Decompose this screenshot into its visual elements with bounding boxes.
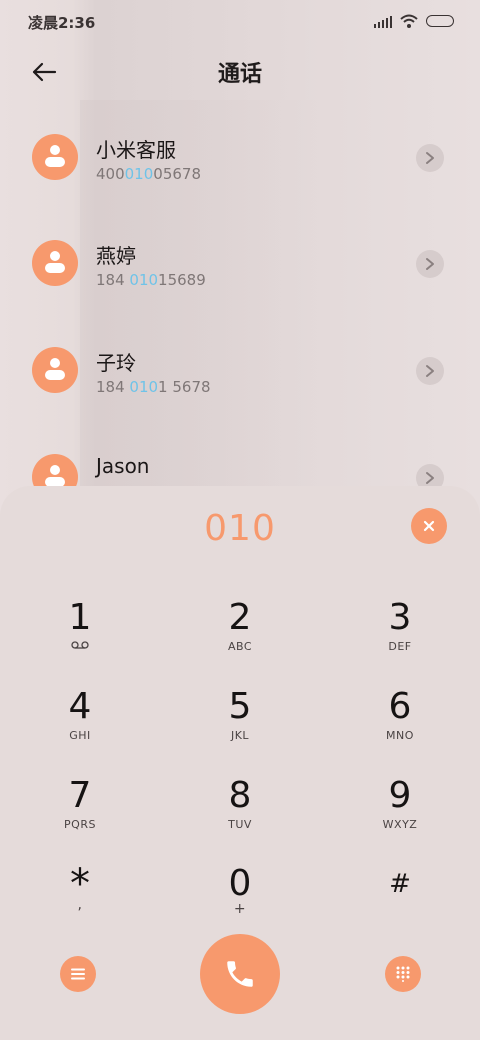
key-5[interactable]: 5 JKL xyxy=(180,687,300,767)
key-digit: 3 xyxy=(388,597,412,638)
contact-number: 40001005678 xyxy=(96,165,201,183)
key-letters: + xyxy=(233,901,247,917)
number-match: 010 xyxy=(129,271,159,289)
contact-item[interactable]: 子玲 184 0101 5678 xyxy=(0,317,480,423)
dialpad-panel: 010 1 2 ABC 3 DEF 4 GHI 5 JKL 6 MNO 7 PQ… xyxy=(0,486,480,1040)
contact-detail-button[interactable] xyxy=(416,250,444,278)
key-letters: PQRS xyxy=(64,818,96,831)
contact-item[interactable]: 燕婷 184 01015689 xyxy=(0,210,480,316)
key-2[interactable]: 2 ABC xyxy=(180,598,300,678)
key-digit: 6 xyxy=(388,686,412,727)
key-hash[interactable]: # xyxy=(340,864,460,944)
number-suffix: 05678 xyxy=(153,165,201,183)
contact-list: 小米客服 40001005678 燕婷 184 01015689 子玲 184 … xyxy=(0,104,480,488)
number-prefix: 184 xyxy=(96,378,130,396)
chevron-right-icon xyxy=(426,258,434,270)
key-3[interactable]: 3 DEF xyxy=(340,598,460,678)
menu-icon xyxy=(71,968,85,980)
contact-number: 184 0101 5678 xyxy=(96,378,211,396)
key-digit: 2 xyxy=(228,597,252,638)
key-letters: GHI xyxy=(69,729,91,742)
person-icon-body xyxy=(45,370,65,380)
key-letters: ABC xyxy=(227,640,253,653)
dialed-number-display: 010 xyxy=(204,508,276,549)
person-icon xyxy=(50,465,60,475)
key-digit: 8 xyxy=(228,775,252,816)
status-icons xyxy=(374,14,454,28)
contact-name: 小米客服 xyxy=(96,138,176,162)
clear-button[interactable] xyxy=(411,508,447,544)
number-prefix: 400 xyxy=(96,165,125,183)
number-prefix: 184 xyxy=(96,271,130,289)
key-4[interactable]: 4 GHI xyxy=(20,687,140,767)
wifi-icon xyxy=(400,14,418,28)
contact-name: 子玲 xyxy=(96,351,136,375)
number-suffix: 1 5678 xyxy=(158,378,211,396)
close-icon xyxy=(423,520,435,532)
avatar xyxy=(32,240,78,286)
key-9[interactable]: 9 WXYZ xyxy=(340,776,460,856)
contact-name: 燕婷 xyxy=(96,244,136,268)
contact-detail-button[interactable] xyxy=(416,464,444,488)
person-icon-body xyxy=(45,263,65,273)
page-title: 通话 xyxy=(217,62,262,87)
signal-icon xyxy=(374,14,392,28)
person-icon xyxy=(50,251,60,261)
key-digit: 1 xyxy=(68,597,92,638)
contact-item[interactable]: 小米客服 40001005678 xyxy=(0,104,480,210)
contact-detail-button[interactable] xyxy=(416,144,444,172)
avatar xyxy=(32,454,78,488)
number-match: 010 xyxy=(129,378,159,396)
person-icon-body xyxy=(45,157,65,167)
contact-item[interactable]: Jason xyxy=(0,424,480,488)
key-1[interactable]: 1 xyxy=(20,598,140,678)
key-digit: 0 xyxy=(228,863,252,904)
phone-icon xyxy=(227,961,253,987)
key-letters: , xyxy=(77,897,83,913)
battery-icon xyxy=(426,15,454,27)
header: 通话 xyxy=(0,44,480,100)
dialpad-toggle-button[interactable] xyxy=(385,956,421,992)
key-letters: TUV xyxy=(228,818,252,831)
call-button[interactable] xyxy=(200,934,280,1014)
menu-button[interactable] xyxy=(60,956,96,992)
key-letters: WXYZ xyxy=(382,818,418,831)
key-digit: # xyxy=(389,869,411,899)
person-icon xyxy=(50,358,60,368)
status-bar: 凌晨2:36 xyxy=(0,0,480,44)
key-letters: JKL xyxy=(230,729,250,742)
key-digit: 5 xyxy=(228,686,252,727)
key-digit: 9 xyxy=(388,775,412,816)
dialpad-icon xyxy=(396,966,410,982)
key-6[interactable]: 6 MNO xyxy=(340,687,460,767)
person-icon xyxy=(50,145,60,155)
key-digit: 7 xyxy=(68,775,92,816)
key-letters: MNO xyxy=(386,729,414,742)
key-8[interactable]: 8 TUV xyxy=(180,776,300,856)
status-time: 凌晨2:36 xyxy=(28,14,96,32)
key-digit: 4 xyxy=(68,686,92,727)
voicemail-icon xyxy=(71,641,89,649)
key-0[interactable]: 0 + xyxy=(180,864,300,944)
key-star[interactable]: * , xyxy=(20,864,140,944)
contact-detail-button[interactable] xyxy=(416,357,444,385)
avatar xyxy=(32,347,78,393)
avatar xyxy=(32,134,78,180)
chevron-right-icon xyxy=(426,472,434,484)
key-7[interactable]: 7 PQRS xyxy=(20,776,140,856)
chevron-right-icon xyxy=(426,152,434,164)
contact-number: 184 01015689 xyxy=(96,271,206,289)
number-suffix: 15689 xyxy=(158,271,206,289)
key-letters: DEF xyxy=(388,640,412,653)
contact-name: Jason xyxy=(96,454,150,478)
number-match: 010 xyxy=(124,165,154,183)
chevron-right-icon xyxy=(426,365,434,377)
